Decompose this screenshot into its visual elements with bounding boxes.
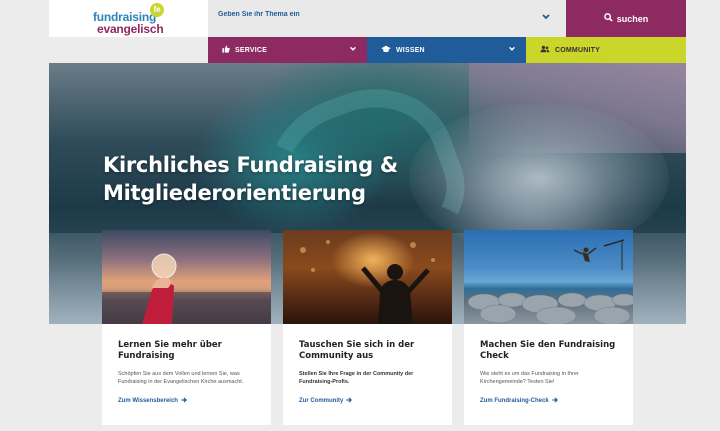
arrow-right-icon xyxy=(346,397,353,405)
card-text: Schöpfen Sie aus dem Vollen und lernen S… xyxy=(118,371,244,385)
nav-label-service: SERVICE xyxy=(235,46,268,54)
nav-item-service[interactable]: SERVICE xyxy=(208,37,367,63)
search-bar xyxy=(208,0,566,37)
card-title: Tauschen Sie sich in der Community aus xyxy=(299,340,415,361)
nav-label-community: COMMUNITY xyxy=(555,46,600,54)
arrow-right-icon xyxy=(181,397,187,405)
card-wissen: Lernen Sie mehr über Fundraising Schöpfe… xyxy=(102,230,271,425)
site-header: fundraising evangelisch fe suchen xyxy=(49,0,686,37)
arrow-right-icon xyxy=(552,397,558,405)
main-nav: SERVICE WISSEN COMMUNITY xyxy=(208,37,686,63)
page: fundraising evangelisch fe suchen SERVIC… xyxy=(49,0,686,431)
site-logo[interactable]: fundraising evangelisch fe xyxy=(93,3,213,36)
card-link-label: Zur Community xyxy=(299,398,344,404)
chevron-down-icon xyxy=(349,45,357,55)
card-link[interactable]: Zum Wissensbereich xyxy=(118,397,187,405)
thumbs-up-icon xyxy=(222,45,230,55)
card-link[interactable]: Zur Community xyxy=(299,397,353,405)
graduation-cap-icon xyxy=(381,45,391,55)
search-button[interactable]: suchen xyxy=(566,0,686,37)
logo-mark: fe xyxy=(150,3,164,17)
chevron-down-icon[interactable] xyxy=(541,10,551,22)
card-title: Lernen Sie mehr über Fundraising xyxy=(118,340,222,361)
logo-line-2: evangelisch xyxy=(97,22,164,36)
card-check: Machen Sie den Fundraising Check Wie ste… xyxy=(464,230,633,425)
nav-label-wissen: WISSEN xyxy=(396,46,425,54)
card-link[interactable]: Zum Fundraising-Check xyxy=(480,397,558,405)
chevron-down-icon xyxy=(508,45,516,55)
nav-item-wissen[interactable]: WISSEN xyxy=(367,37,526,63)
card-text: Wie steht es um das Fundraising in Ihrer… xyxy=(480,371,579,385)
users-icon xyxy=(540,45,550,55)
nav-item-community[interactable]: COMMUNITY xyxy=(526,37,686,63)
card-image xyxy=(283,230,452,324)
card-community: Tauschen Sie sich in der Community aus S… xyxy=(283,230,452,425)
card-image xyxy=(102,230,271,324)
card-title: Machen Sie den Fundraising Check xyxy=(480,340,616,361)
card-link-label: Zum Wissensbereich xyxy=(118,398,178,404)
card-link-label: Zum Fundraising-Check xyxy=(480,398,549,404)
card-image xyxy=(464,230,633,324)
search-icon xyxy=(603,13,613,24)
card-text: Stellen Sie Ihre Frage in der Community … xyxy=(299,371,414,385)
search-input[interactable] xyxy=(218,11,518,18)
search-button-label: suchen xyxy=(616,13,649,24)
hero-title: Kirchliches Fundraising & Mitgliederorie… xyxy=(103,153,398,205)
